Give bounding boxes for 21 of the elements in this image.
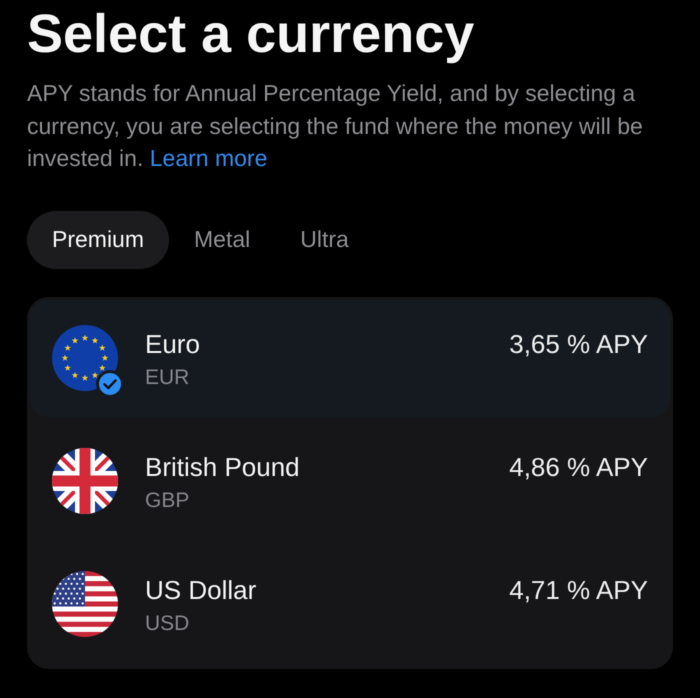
- tab[interactable]: Metal: [169, 210, 276, 268]
- currency-code: GBP: [145, 488, 190, 512]
- currency-row[interactable]: US Dollar 4,71 % APY USD: [30, 546, 670, 662]
- us-flag-icon: [52, 571, 118, 637]
- currency-row[interactable]: British Pound 4,86 % APY GBP: [30, 422, 670, 540]
- description-text: APY stands for Annual Percentage Yield, and by selecting a currency, you are selecting the fund where the money will be invested in. Learn more: [27, 79, 644, 173]
- tab[interactable]: Ultra: [275, 210, 374, 268]
- currency-name: British Pound: [145, 452, 300, 482]
- currency-code: USD: [145, 612, 190, 636]
- tab[interactable]: Premium: [27, 210, 170, 268]
- learn-more-link[interactable]: Learn more: [150, 145, 268, 171]
- currency-code: EUR: [145, 366, 190, 390]
- apy-rate: 4,71 % APY: [509, 574, 648, 606]
- apy-rate: 3,65 % APY: [509, 328, 648, 360]
- apy-rate: 4,86 % APY: [509, 452, 648, 482]
- currency-name: Euro: [145, 328, 200, 360]
- eu-flag-icon: [52, 325, 118, 391]
- currency-name: US Dollar: [145, 574, 256, 606]
- page-title: Select a currency: [27, 3, 476, 65]
- check-badge-icon: [96, 370, 124, 398]
- currency-row[interactable]: Euro 3,65 % APY EUR: [30, 300, 670, 416]
